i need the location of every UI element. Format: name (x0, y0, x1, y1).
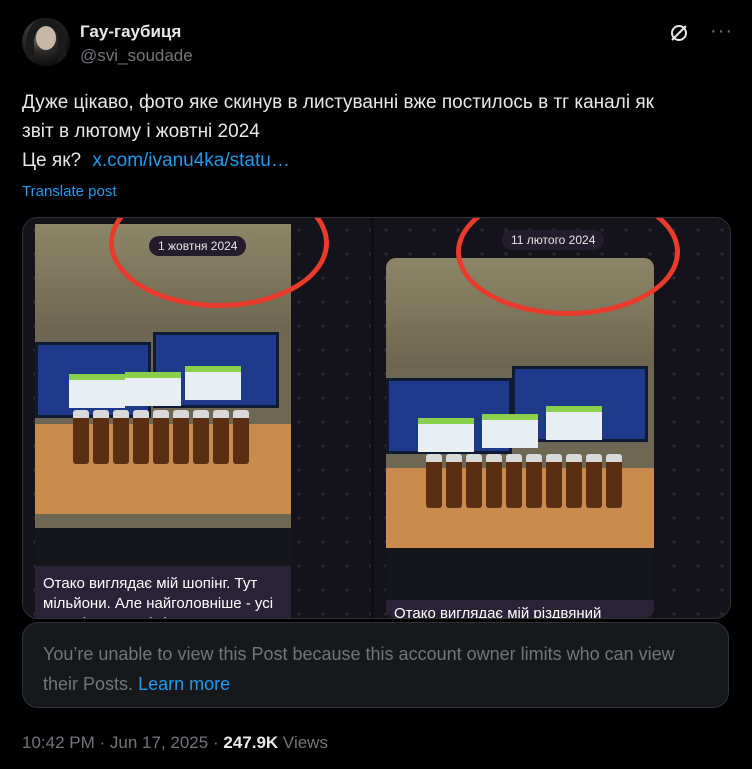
more-icon[interactable]: ··· (710, 21, 732, 44)
handle[interactable]: @svi_soudade (80, 46, 193, 66)
post-text-line: Це як? (22, 150, 82, 171)
media-image-right[interactable]: Отако виглядає мій різдвяний 11 лютого 2… (374, 218, 730, 618)
learn-more-link[interactable]: Learn more (138, 674, 230, 694)
avatar[interactable] (22, 18, 70, 66)
post-text: Дуже цікаво, фото яке скинув в листуванн… (22, 88, 732, 175)
views-count[interactable]: 247.9K (223, 733, 278, 752)
media-image-left[interactable]: Отако виглядає мій шопінг. Тут мільйони.… (23, 218, 371, 618)
media-grid[interactable]: Отако виглядає мій шопінг. Тут мільйони.… (22, 217, 731, 619)
post-link[interactable]: x.com/ivanu4ka/statu… (92, 150, 289, 171)
caption-left: Отако виглядає мій шопінг. Тут мільйони.… (35, 566, 291, 618)
caption-right: Отако виглядає мій різдвяний (386, 600, 654, 618)
display-name[interactable]: Гау-гаубиця (80, 22, 181, 42)
post-header: Гау-гаубиця @svi_soudade ··· (22, 18, 732, 70)
views-label: Views (282, 733, 328, 752)
translate-post-link[interactable]: Translate post (22, 183, 117, 200)
photo-right: Отако виглядає мій різдвяний (386, 258, 654, 618)
post-date[interactable]: Jun 17, 2025 (110, 733, 208, 752)
post-time[interactable]: 10:42 PM (22, 733, 95, 752)
meta-separator: · (212, 733, 219, 752)
meta-separator: · (99, 733, 106, 752)
grok-icon[interactable] (668, 22, 690, 44)
unavailable-quote-notice: You’re unable to view this Post because … (22, 622, 729, 708)
post-text-line: Дуже цікаво, фото яке скинув в листуванн… (22, 92, 654, 113)
post-text-line: звіт в лютому і жовтні 2024 (22, 121, 260, 142)
post-meta: 10:42 PM · Jun 17, 2025 · 247.9K Views (22, 733, 328, 753)
